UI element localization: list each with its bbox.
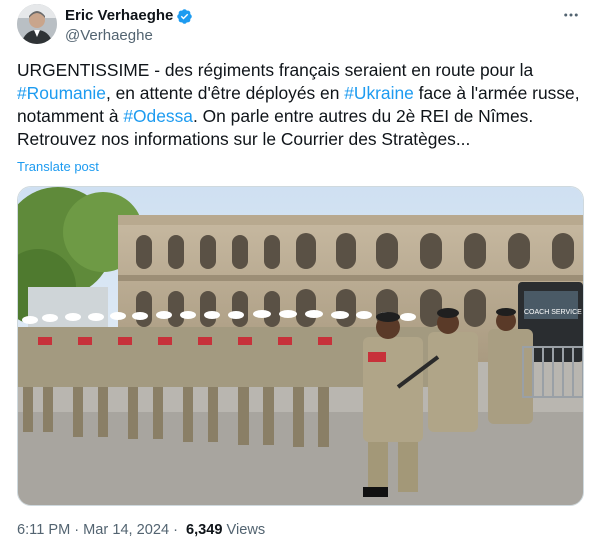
hashtag-link-roumanie[interactable]: #Roumanie (17, 83, 106, 103)
tweet-date[interactable]: Mar 14, 2024 (83, 522, 169, 538)
author-name-row[interactable]: Eric Verhaeghe (65, 7, 193, 25)
views-label: Views (226, 522, 266, 538)
verified-badge-icon (176, 8, 193, 25)
translate-post-link[interactable]: Translate post (17, 159, 99, 174)
meta-separator: · (173, 522, 179, 538)
tweet-media-photo[interactable]: COACH SERVICE (17, 186, 584, 506)
hashtag-link-odessa[interactable]: #Odessa (123, 106, 193, 126)
tweet-text: URGENTISSIME - des régiments français se… (17, 59, 587, 151)
tweet-text-segment: URGENTISSIME - des régiments français se… (17, 60, 534, 80)
tweet-time[interactable]: 6:11 PM (17, 522, 70, 538)
bus-sign-text: COACH SERVICE (524, 309, 582, 316)
tweet-text-segment: , en attente d'être déployés en (105, 83, 345, 103)
more-dots-icon (564, 13, 578, 17)
hashtag-link-ukraine[interactable]: #Ukraine (344, 83, 414, 103)
more-options-button[interactable] (560, 4, 582, 26)
tweet-meta: 6:11 PM · Mar 14, 2024 · 6,349 Views (17, 522, 265, 538)
author-handle[interactable]: @Verhaeghe (65, 27, 153, 44)
avatar[interactable] (17, 4, 57, 44)
views-count: 6,349 (186, 522, 223, 538)
author-display-name[interactable]: Eric Verhaeghe (65, 7, 173, 25)
meta-separator: · (74, 522, 80, 538)
